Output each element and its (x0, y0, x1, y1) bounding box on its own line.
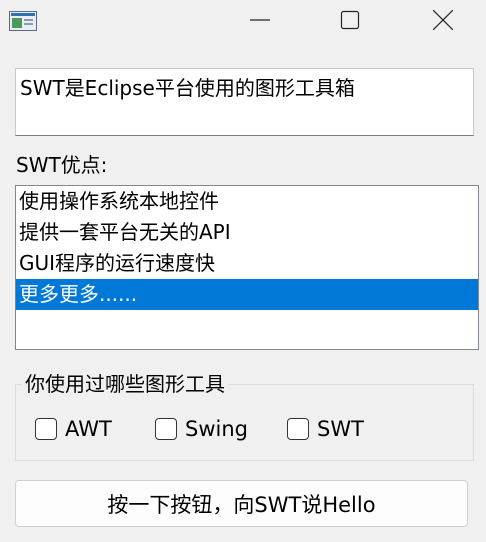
description-text: SWT是Eclipse平台使用的图形工具箱 (20, 76, 355, 100)
toolkits-group-title: 你使用过哪些图形工具 (22, 369, 228, 399)
minimize-button[interactable] (230, 0, 290, 44)
list-item[interactable]: GUI程序的运行速度快 (16, 248, 478, 279)
swing-checkbox-label: Swing (185, 417, 248, 441)
advantages-label: SWT优点: (16, 153, 108, 177)
close-icon (432, 9, 454, 34)
say-hello-button[interactable]: 按一下按钮，向SWT说Hello (15, 480, 468, 527)
checkbox-box[interactable] (155, 418, 177, 440)
awt-checkbox-label: AWT (65, 417, 112, 441)
swt-checkbox[interactable]: SWT (287, 414, 364, 444)
maximize-button[interactable] (320, 0, 380, 44)
swing-checkbox[interactable]: Swing (155, 414, 248, 444)
title-bar (0, 0, 486, 44)
swt-checkbox-label: SWT (317, 417, 364, 441)
minimize-icon (250, 10, 270, 34)
checkbox-box[interactable] (287, 418, 309, 440)
description-text-area[interactable]: SWT是Eclipse平台使用的图形工具箱 (15, 68, 474, 136)
list-item-selected[interactable]: 更多更多...... (16, 279, 478, 310)
close-button[interactable] (413, 0, 473, 44)
advantages-list[interactable]: 使用操作系统本地控件 提供一套平台无关的API GUI程序的运行速度快 更多更多… (15, 185, 479, 350)
maximize-icon (340, 10, 360, 34)
list-item[interactable]: 提供一套平台无关的API (16, 217, 478, 248)
checkbox-box[interactable] (35, 418, 57, 440)
app-window-icon[interactable] (9, 11, 37, 31)
awt-checkbox[interactable]: AWT (35, 414, 112, 444)
list-item[interactable]: 使用操作系统本地控件 (16, 186, 478, 217)
say-hello-button-label: 按一下按钮，向SWT说Hello (107, 492, 376, 517)
